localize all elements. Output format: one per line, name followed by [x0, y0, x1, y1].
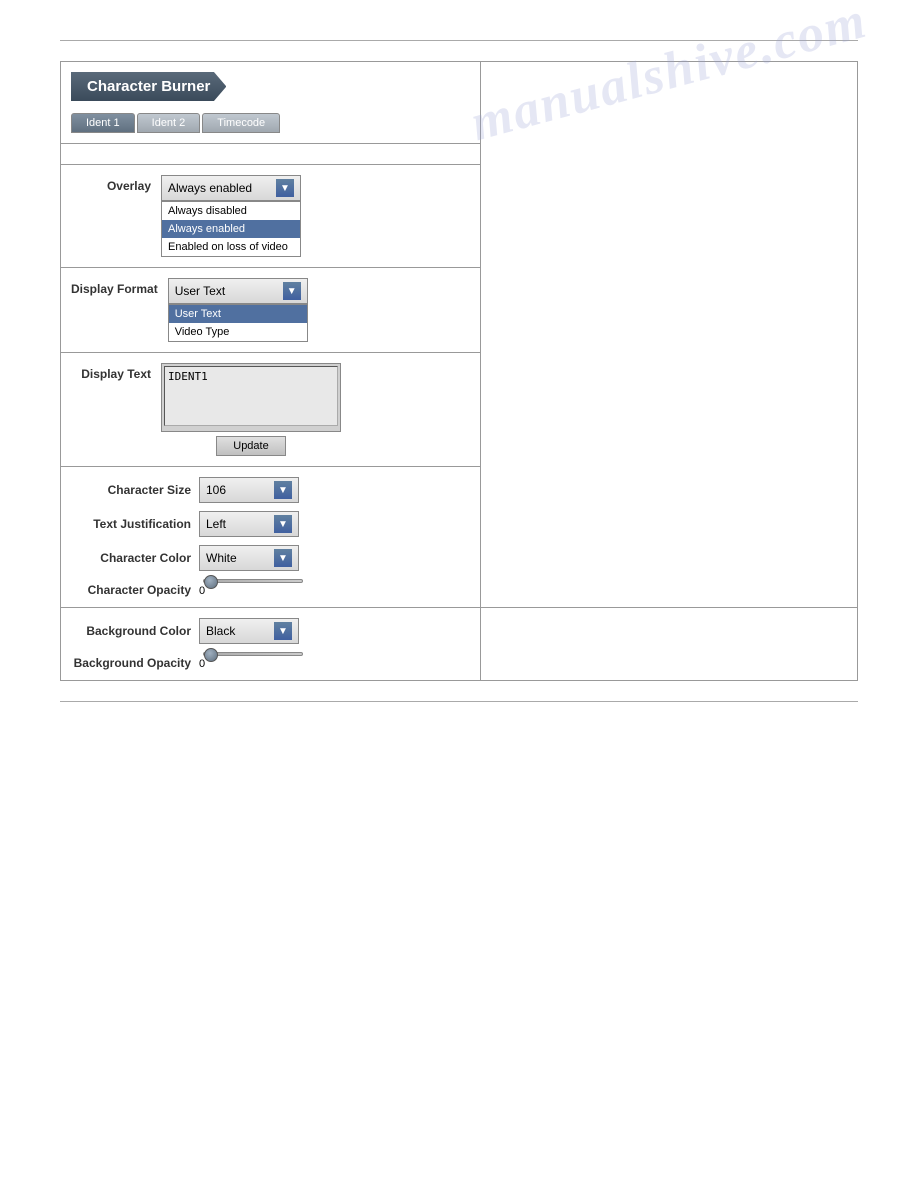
char-color-value: White	[206, 551, 270, 565]
bg-color-value: Black	[206, 624, 270, 638]
tabs-container: Ident 1 Ident 2 Timecode	[71, 113, 470, 133]
overlay-label: Overlay	[71, 175, 151, 193]
display-text-box	[161, 363, 341, 432]
display-format-section: Display Format User Text ▼ User Text Vid…	[61, 268, 481, 353]
description-row	[61, 144, 481, 165]
overlay-dropdown-arrow: ▼	[276, 179, 294, 197]
char-size-value: 106	[206, 483, 270, 497]
overlay-control: Always enabled ▼ Always disabled Always …	[161, 175, 301, 257]
text-just-arrow: ▼	[274, 515, 292, 533]
char-size-label: Character Size	[71, 483, 191, 497]
tab-timecode[interactable]: Timecode	[202, 113, 280, 133]
overlay-selected-value: Always enabled	[168, 181, 272, 195]
display-text-input[interactable]	[164, 366, 338, 426]
bg-color-arrow: ▼	[274, 622, 292, 640]
bg-opacity-thumb[interactable]	[204, 648, 218, 662]
char-opacity-value: 0	[199, 585, 205, 597]
bg-color-label: Background Color	[71, 624, 191, 638]
overlay-option-0[interactable]: Always disabled	[162, 202, 300, 220]
display-format-label: Display Format	[71, 278, 158, 296]
display-format-dropdown[interactable]: User Text ▼	[168, 278, 308, 304]
overlay-option-2[interactable]: Enabled on loss of video	[162, 238, 300, 256]
text-just-dropdown[interactable]: Left ▼	[199, 511, 299, 537]
display-format-control: User Text ▼ User Text Video Type	[168, 278, 308, 342]
watermark-text: manualshive.com	[465, 0, 873, 153]
overlay-section: Overlay Always enabled ▼ Always disabled…	[61, 165, 481, 268]
char-size-dropdown[interactable]: 106 ▼	[199, 477, 299, 503]
char-burner-title: Character Burner	[71, 72, 226, 101]
bg-color-dropdown[interactable]: Black ▼	[199, 618, 299, 644]
char-opacity-slider-container: 0	[199, 579, 307, 597]
bg-opacity-slider-container: 0	[199, 652, 307, 670]
display-format-option-0[interactable]: User Text	[169, 305, 307, 323]
tab-ident2[interactable]: Ident 2	[137, 113, 201, 133]
tab-ident1[interactable]: Ident 1	[71, 113, 135, 133]
text-just-value: Left	[206, 517, 270, 531]
overlay-dropdown[interactable]: Always enabled ▼	[161, 175, 301, 201]
char-size-arrow: ▼	[274, 481, 292, 499]
display-text-control: Update	[161, 363, 341, 456]
display-format-selected: User Text	[175, 284, 279, 298]
overlay-option-1[interactable]: Always enabled	[162, 220, 300, 238]
char-color-arrow: ▼	[274, 549, 292, 567]
display-format-list: User Text Video Type	[168, 304, 308, 342]
display-text-label: Display Text	[71, 363, 151, 381]
char-color-label: Character Color	[71, 551, 191, 565]
display-text-section: Display Text Update	[61, 353, 481, 467]
bg-opacity-label: Background Opacity	[71, 652, 191, 670]
background-section: Background Color Black ▼ Background Opac…	[61, 608, 481, 681]
bg-opacity-value: 0	[199, 658, 205, 670]
bg-opacity-track	[203, 652, 303, 656]
char-color-dropdown[interactable]: White ▼	[199, 545, 299, 571]
char-opacity-track	[203, 579, 303, 583]
display-format-arrow: ▼	[283, 282, 301, 300]
header-panel: Character Burner Ident 1 Ident 2 Timecod…	[61, 62, 481, 144]
text-just-label: Text Justification	[71, 517, 191, 531]
header-right-panel: manualshive.com	[481, 62, 858, 608]
char-opacity-label: Character Opacity	[71, 579, 191, 597]
overlay-dropdown-list: Always disabled Always enabled Enabled o…	[161, 201, 301, 257]
display-format-option-1[interactable]: Video Type	[169, 323, 307, 341]
character-section: Character Size 106 ▼ Text Justification …	[61, 467, 481, 608]
char-opacity-thumb[interactable]	[204, 575, 218, 589]
update-button[interactable]: Update	[216, 436, 285, 456]
